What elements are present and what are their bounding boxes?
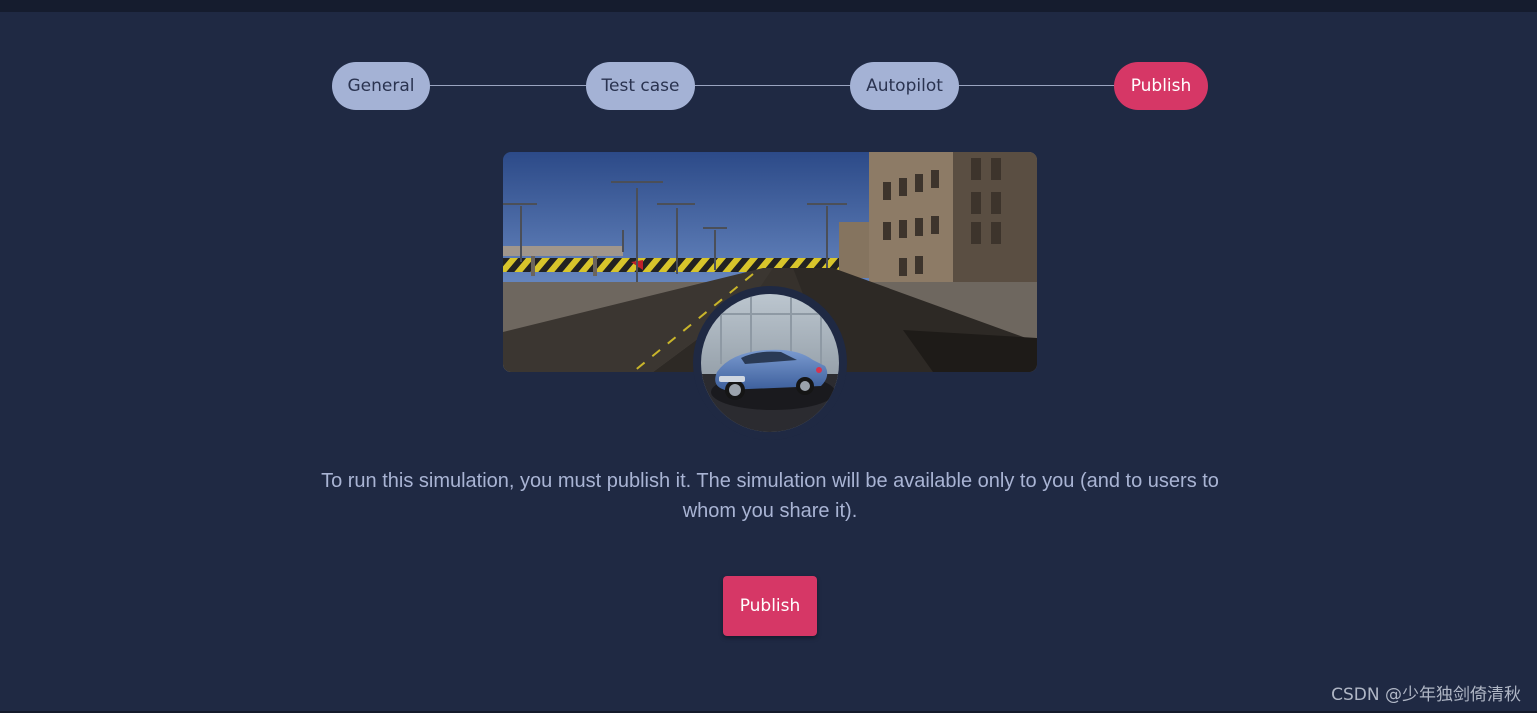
vehicle-avatar-image (701, 294, 839, 432)
vehicle-avatar (693, 286, 847, 440)
step-connector (694, 85, 851, 86)
step-connector (429, 85, 586, 86)
step-label: Publish (1130, 76, 1192, 96)
step-label: Test case (601, 76, 680, 96)
step-publish[interactable]: Publish (1114, 62, 1208, 110)
publish-description: To run this simulation, you must publish… (321, 470, 1219, 522)
stepper: General Test case Autopilot Publish (332, 62, 1208, 110)
step-label: General (347, 76, 415, 96)
step-test-case[interactable]: Test case (586, 62, 695, 110)
step-general[interactable]: General (332, 62, 430, 110)
step-autopilot[interactable]: Autopilot (850, 62, 959, 110)
step-connector (958, 85, 1115, 86)
step-label: Autopilot (866, 76, 943, 96)
watermark: CSDN @少年独剑倚清秋 (1331, 685, 1521, 705)
top-bar (0, 0, 1537, 12)
publish-button[interactable]: Publish (723, 576, 817, 636)
